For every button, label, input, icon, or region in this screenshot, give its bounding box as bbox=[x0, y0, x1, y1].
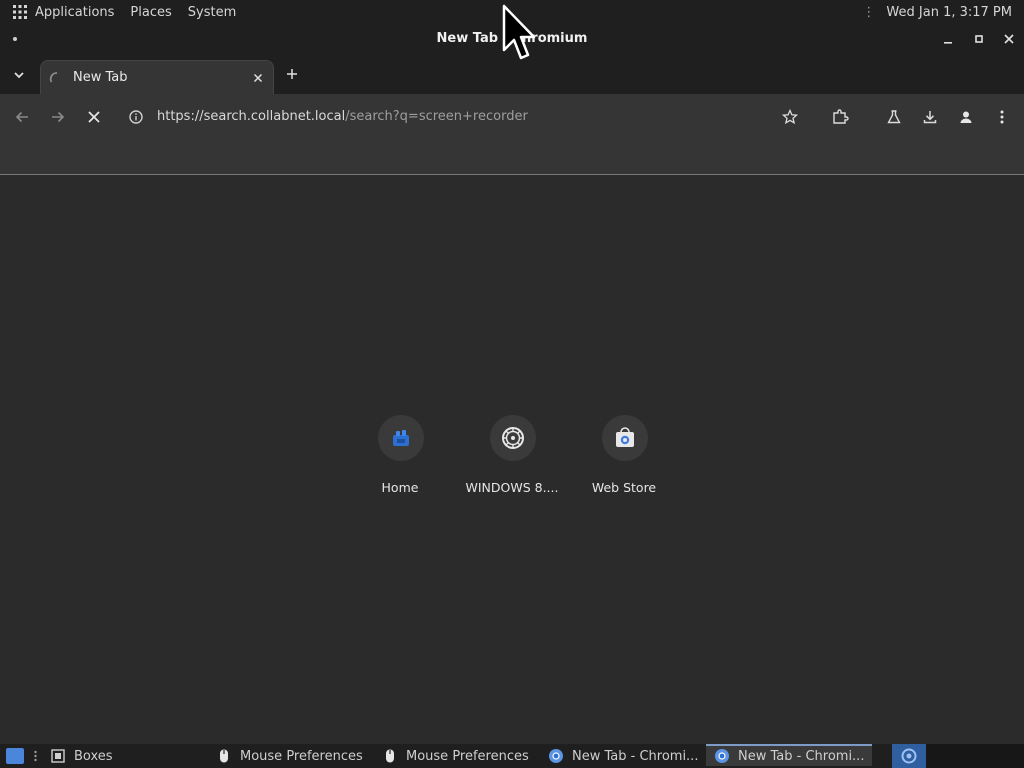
taskbar-item-mouse-preferences-2[interactable]: Mouse Preferences bbox=[382, 744, 529, 768]
app-grid-icon[interactable] bbox=[13, 5, 27, 19]
taskbar-item-label: Mouse Preferences bbox=[240, 748, 363, 764]
bottom-taskbar: Boxes Mouse Preferences Mouse Preference… bbox=[0, 744, 1024, 768]
vertical-dots-icon[interactable]: ⋮ bbox=[862, 5, 875, 20]
tab-new-tab[interactable]: New Tab bbox=[40, 60, 274, 95]
taskbar-item-chromium[interactable]: New Tab - Chromi... bbox=[548, 744, 698, 768]
mouse-icon bbox=[382, 748, 398, 764]
shortcut-label: Web Store bbox=[591, 480, 657, 495]
taskbar-item-label: Mouse Preferences bbox=[406, 748, 529, 764]
url-path: /search?q=screen+recorder bbox=[345, 109, 528, 124]
taskbar-item-mouse-preferences[interactable]: Mouse Preferences bbox=[216, 744, 363, 768]
browser-toolbar: https://search.collabnet.local/search?q=… bbox=[0, 94, 1024, 140]
download-icon[interactable] bbox=[919, 106, 941, 128]
chromium-icon bbox=[548, 748, 564, 764]
shortcut-web-store[interactable]: Web Store bbox=[568, 415, 680, 505]
bookmark-star-icon[interactable] bbox=[779, 106, 801, 128]
shortcut-label: WINDOWS 8.... bbox=[465, 480, 559, 495]
close-window-button[interactable] bbox=[1001, 31, 1017, 47]
tab-search-button[interactable] bbox=[8, 64, 30, 86]
address-bar[interactable]: https://search.collabnet.local/search?q=… bbox=[120, 101, 810, 133]
mouse-pointer-icon bbox=[502, 4, 536, 62]
new-tab-page: Home WINDOWS 8.... Web Store bbox=[0, 175, 1024, 745]
labs-flask-icon[interactable] bbox=[883, 106, 905, 128]
url-text[interactable]: https://search.collabnet.local/search?q=… bbox=[157, 109, 528, 124]
extensions-icon[interactable] bbox=[829, 106, 851, 128]
new-tab-button[interactable] bbox=[283, 65, 301, 83]
taskbar-item-label: New Tab - Chromi... bbox=[738, 748, 865, 764]
loading-spinner-icon bbox=[49, 71, 65, 87]
site-info-icon[interactable] bbox=[128, 109, 144, 125]
taskbar-item-label: New Tab - Chromi... bbox=[572, 748, 699, 764]
system-menu[interactable]: System bbox=[188, 5, 236, 20]
gear-wheel-favicon bbox=[490, 415, 536, 461]
chromium-icon bbox=[714, 748, 730, 764]
profile-icon[interactable] bbox=[955, 106, 977, 128]
home-favicon bbox=[378, 415, 424, 461]
web-store-favicon bbox=[602, 415, 648, 461]
places-menu[interactable]: Places bbox=[130, 5, 171, 20]
shortcut-label: Home bbox=[381, 480, 419, 495]
menu-icon[interactable] bbox=[991, 106, 1013, 128]
tray-chromium-icon[interactable] bbox=[892, 744, 926, 768]
applications-menu[interactable]: Applications bbox=[35, 5, 114, 20]
tab-title: New Tab bbox=[73, 70, 128, 85]
taskbar-item-chromium-active[interactable]: New Tab - Chromi... bbox=[706, 744, 872, 766]
bookmark-bar bbox=[0, 140, 1024, 175]
maximize-button[interactable] bbox=[971, 31, 987, 47]
close-tab-icon[interactable] bbox=[251, 71, 265, 85]
forward-icon[interactable] bbox=[47, 106, 69, 128]
system-tray bbox=[926, 744, 1024, 768]
boxes-icon bbox=[50, 748, 66, 764]
shortcut-windows-8[interactable]: WINDOWS 8.... bbox=[456, 415, 568, 505]
shortcut-home[interactable]: Home bbox=[344, 415, 456, 505]
clock[interactable]: Wed Jan 1, 3:17 PM bbox=[886, 5, 1012, 20]
stop-icon[interactable] bbox=[83, 106, 105, 128]
taskbar-item-boxes[interactable]: Boxes bbox=[50, 744, 113, 768]
url-host: https://search.collabnet.local bbox=[157, 109, 346, 124]
minimize-button[interactable] bbox=[940, 31, 956, 47]
taskbar-handle-icon[interactable] bbox=[34, 750, 37, 762]
taskbar-item-label: Boxes bbox=[74, 748, 113, 764]
mouse-icon bbox=[216, 748, 232, 764]
show-desktop-button[interactable] bbox=[6, 748, 24, 764]
back-icon[interactable] bbox=[11, 106, 33, 128]
